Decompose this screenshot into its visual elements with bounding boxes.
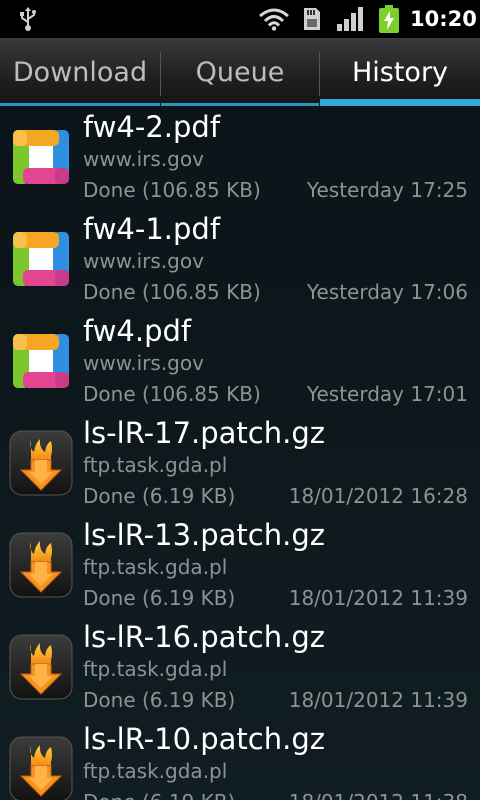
status-time: 10:20 [410,7,477,31]
download-flame-icon [9,430,73,496]
status-bar: 10:20 [0,0,480,38]
file-name: ls-lR-16.patch.gz [83,620,325,654]
file-host: ftp.task.gda.pl [83,555,228,579]
list-item[interactable]: fw4-1.pdf www.irs.gov Done (106.85 KB) Yest… [0,208,480,310]
battery-charging-icon [379,5,399,33]
file-status: Done (106.85 KB) [83,280,261,304]
file-name: ls-lR-13.patch.gz [83,518,325,552]
file-date: 18/01/2012 11:39 [288,688,468,712]
file-date: Yesterday 17:06 [306,280,468,304]
file-status: Done (6.19 KB) [83,788,235,800]
download-flame-icon [9,736,73,800]
tab-queue-label: Queue [195,56,285,88]
pdf-app-icon [13,232,69,286]
file-status: Done (106.85 KB) [83,178,261,202]
file-status: Done (6.19 KB) [83,586,236,610]
list-item[interactable]: ls-lR-10.patch.gz ftp.task.gda.pl Done (6.… [0,718,480,800]
tab-history-indicator [320,99,480,106]
usb-icon [20,7,36,31]
file-date: 18/01/2012 16:28 [288,484,468,508]
tab-queue[interactable]: Queue [161,38,319,106]
tab-bar: Download Queue History [0,38,480,106]
file-name: fw4.pdf [83,314,192,348]
file-name: ls-lR-10.patch.gz [83,722,325,756]
list-item[interactable]: ls-lR-13.patch.gz ftp.task.gda.pl Done (6.… [0,514,480,616]
tab-download-label: Download [12,56,148,88]
file-host: ftp.task.gda.pl [83,453,228,477]
download-flame-icon [9,532,73,598]
file-date: 18/01/2012 11:38 [289,788,468,800]
tab-history-label: History [351,56,449,88]
list-item[interactable]: ls-lR-16.patch.gz ftp.task.gda.pl Done (6.… [0,616,480,718]
file-date: 18/01/2012 11:39 [288,586,468,610]
file-host: www.irs.gov [83,147,204,171]
file-status: Done (6.19 KB) [83,688,236,712]
file-name: fw4-1.pdf [83,212,221,246]
file-name: ls-lR-17.patch.gz [83,416,325,450]
download-manager-screen: 10:20 Download Queue History fw4-2.pdf ww… [0,0,480,800]
file-host: ftp.task.gda.pl [83,759,228,783]
list-item[interactable]: fw4.pdf www.irs.gov Done (106.85 KB) Yester… [0,310,480,412]
download-flame-icon [9,634,73,700]
file-host: www.irs.gov [83,249,204,273]
tab-history[interactable]: History [320,38,480,106]
signal-icon [337,7,363,31]
list-item[interactable]: ls-lR-17.patch.gz ftp.task.gda.pl Done (6.… [0,412,480,514]
file-host: ftp.task.gda.pl [83,657,228,681]
file-status: Done (6.19 KB) [83,484,236,508]
tab-download[interactable]: Download [0,38,160,106]
file-name: fw4-2.pdf [83,110,221,144]
sd-card-icon [304,8,320,30]
file-date: Yesterday 17:01 [306,382,468,406]
file-date: Yesterday 17:25 [306,178,468,202]
history-list: fw4-2.pdf www.irs.gov Done (106.85 KB) Yest… [0,106,480,800]
file-status: Done (106.85 KB) [83,382,261,406]
wifi-icon [259,8,289,31]
pdf-app-icon [13,334,69,388]
file-host: www.irs.gov [83,351,204,375]
list-item[interactable]: fw4-2.pdf www.irs.gov Done (106.85 KB) Yest… [0,106,480,208]
pdf-app-icon [13,130,69,184]
